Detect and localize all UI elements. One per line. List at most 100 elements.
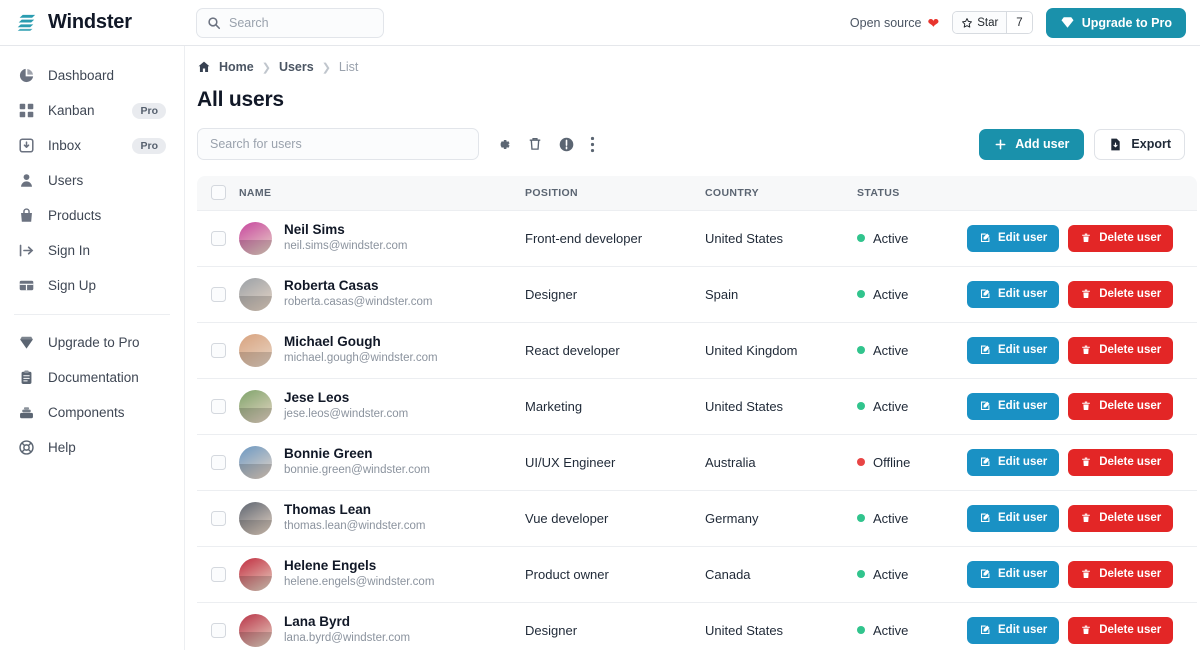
delete-user-button[interactable]: Delete user: [1068, 560, 1174, 588]
column-header-name[interactable]: NAME: [239, 176, 525, 211]
star-button[interactable]: Star 7: [952, 11, 1033, 34]
delete-user-button[interactable]: Delete user: [1068, 504, 1174, 532]
open-source-label: Open source ❤: [850, 16, 939, 30]
delete-user-label: Delete user: [1099, 400, 1162, 412]
delete-user-label: Delete user: [1099, 512, 1162, 524]
delete-user-button[interactable]: Delete user: [1068, 224, 1174, 252]
global-search[interactable]: [196, 7, 384, 38]
row-checkbox[interactable]: [211, 342, 226, 358]
edit-user-label: Edit user: [998, 456, 1048, 468]
edit-user-button[interactable]: Edit user: [967, 448, 1060, 476]
sidebar-item-users[interactable]: Users: [8, 163, 176, 198]
user-cell: Neil Sims neil.sims@windster.com: [239, 210, 525, 266]
select-all-header: [197, 176, 239, 211]
star-count[interactable]: 7: [1006, 12, 1032, 33]
sidebar-item-documentation[interactable]: Documentation: [8, 360, 176, 395]
row-checkbox[interactable]: [211, 566, 226, 582]
user-status: Active: [857, 546, 967, 602]
trash-icon[interactable]: [527, 136, 543, 152]
delete-user-button[interactable]: Delete user: [1068, 336, 1174, 364]
sidebar-item-help[interactable]: Help: [8, 430, 176, 465]
table-row[interactable]: Lana Byrd lana.byrd@windster.com Designer U…: [197, 602, 1197, 650]
user-email: roberta.casas@windster.com: [284, 295, 433, 308]
delete-user-label: Delete user: [1099, 232, 1162, 244]
delete-user-button[interactable]: Delete user: [1068, 448, 1174, 476]
plus-icon: [994, 138, 1007, 151]
avatar: [239, 501, 272, 535]
breadcrumb-users[interactable]: Users: [279, 60, 314, 74]
edit-user-button[interactable]: Edit user: [967, 336, 1060, 364]
sidebar-item-dashboard[interactable]: Dashboard: [8, 58, 176, 93]
user-email: bonnie.green@windster.com: [284, 463, 430, 476]
sidebar-item-components[interactable]: Components: [8, 395, 176, 430]
row-checkbox[interactable]: [211, 510, 226, 526]
status-dot: [857, 290, 865, 298]
dots-vertical-icon[interactable]: [590, 136, 595, 153]
status-dot: [857, 570, 865, 578]
table-row[interactable]: Jese Leos jese.leos@windster.com Marketing…: [197, 378, 1197, 434]
status-dot: [857, 234, 865, 242]
edit-user-label: Edit user: [998, 568, 1048, 580]
sidebar-item-upgrade-to-pro[interactable]: Upgrade to Pro: [8, 325, 176, 360]
star-icon: [961, 17, 973, 29]
row-checkbox[interactable]: [211, 286, 226, 302]
sidebar-item-products[interactable]: Products: [8, 198, 176, 233]
column-header-status[interactable]: STATUS: [857, 176, 967, 211]
delete-user-label: Delete user: [1099, 288, 1162, 300]
table-row[interactable]: Helene Engels helene.engels@windster.com P…: [197, 546, 1197, 602]
column-header-country[interactable]: COUNTRY: [705, 176, 857, 211]
avatar: [239, 277, 272, 311]
user-name: Michael Gough: [284, 333, 381, 349]
pencil-square-icon: [979, 344, 991, 356]
sidebar-item-label: Help: [48, 440, 76, 455]
star-label: Star: [977, 16, 999, 29]
status-dot: [857, 514, 865, 522]
star-button-label-wrap[interactable]: Star: [953, 12, 1007, 33]
row-checkbox[interactable]: [211, 398, 226, 414]
user-status: Active: [857, 602, 967, 650]
search-input[interactable]: [229, 15, 369, 30]
edit-user-button[interactable]: Edit user: [967, 504, 1060, 532]
user-email: lana.byrd@windster.com: [284, 631, 411, 644]
gear-icon[interactable]: [495, 136, 512, 153]
row-checkbox[interactable]: [211, 230, 226, 246]
row-checkbox[interactable]: [211, 454, 226, 470]
table-head: NAME POSITION COUNTRY STATUS: [197, 176, 1197, 211]
users-search[interactable]: [197, 128, 479, 160]
export-button[interactable]: Export: [1094, 128, 1185, 160]
delete-user-button[interactable]: Delete user: [1068, 392, 1174, 420]
sidebar-item-label: Users: [48, 173, 84, 188]
table-row[interactable]: Thomas Lean thomas.lean@windster.com Vue d…: [197, 490, 1197, 546]
add-user-button[interactable]: Add user: [979, 128, 1085, 160]
upgrade-to-pro-button[interactable]: Upgrade to Pro: [1045, 7, 1186, 38]
select-all-checkbox[interactable]: [211, 185, 226, 201]
column-header-position[interactable]: POSITION: [525, 176, 705, 211]
delete-user-button[interactable]: Delete user: [1068, 616, 1174, 644]
brand[interactable]: Windster: [0, 11, 190, 34]
edit-user-button[interactable]: Edit user: [967, 224, 1060, 252]
status-label: Active: [873, 566, 909, 582]
edit-user-button[interactable]: Edit user: [967, 392, 1060, 420]
user-position: UI/UX Engineer: [525, 454, 616, 470]
edit-user-button[interactable]: Edit user: [967, 616, 1060, 644]
exclamation-circle-icon[interactable]: [558, 136, 575, 153]
user-position: Marketing: [525, 398, 583, 414]
sign-in-arrow-icon: [18, 242, 40, 259]
edit-user-button[interactable]: Edit user: [967, 280, 1060, 308]
table-row[interactable]: Michael Gough michael.gough@windster.com R…: [197, 322, 1197, 378]
edit-user-label: Edit user: [998, 400, 1048, 412]
home-icon[interactable]: [197, 60, 211, 74]
table-row[interactable]: Neil Sims neil.sims@windster.com Front-end…: [197, 210, 1197, 266]
breadcrumb-home[interactable]: Home: [219, 60, 254, 74]
sidebar-item-kanban[interactable]: Kanban Pro: [8, 93, 176, 128]
sidebar-item-sign-in[interactable]: Sign In: [8, 233, 176, 268]
row-checkbox[interactable]: [211, 622, 226, 638]
search-for-users-input[interactable]: [210, 137, 466, 151]
edit-user-button[interactable]: Edit user: [967, 560, 1060, 588]
sidebar-item-sign-up[interactable]: Sign Up: [8, 268, 176, 303]
table-row[interactable]: Bonnie Green bonnie.green@windster.com UI/…: [197, 434, 1197, 490]
delete-user-button[interactable]: Delete user: [1068, 280, 1174, 308]
grid-squares-icon: [18, 102, 40, 119]
table-row[interactable]: Roberta Casas roberta.casas@windster.com D…: [197, 266, 1197, 322]
sidebar-item-inbox[interactable]: Inbox Pro: [8, 128, 176, 163]
